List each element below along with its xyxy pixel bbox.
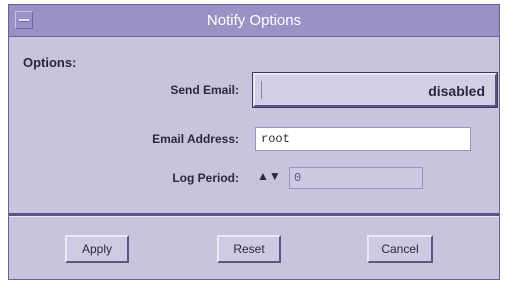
dialog-body: Options: Send Email: disabled Email Addr… (9, 37, 499, 279)
toggle-indicator (261, 81, 276, 99)
send-email-toggle[interactable]: disabled (252, 72, 498, 108)
email-address-label: Email Address: (152, 132, 239, 146)
up-down-arrows-icon[interactable]: ▲▼ (257, 169, 281, 183)
reset-button[interactable]: Reset (217, 235, 281, 263)
apply-button[interactable]: Apply (65, 235, 129, 263)
notify-options-dialog: Notify Options Options: Send Email: disa… (8, 4, 500, 280)
log-period-field[interactable]: 0 (289, 167, 423, 189)
window-title: Notify Options (206, 12, 302, 29)
title-bar[interactable]: Notify Options (9, 5, 499, 37)
log-period-label: Log Period: (172, 171, 239, 185)
cancel-button[interactable]: Cancel (367, 235, 433, 263)
separator (9, 213, 499, 217)
send-email-label: Send Email: (170, 83, 239, 97)
send-email-value: disabled (428, 83, 485, 99)
email-address-field[interactable]: root (255, 127, 471, 151)
options-heading: Options: (23, 55, 77, 70)
